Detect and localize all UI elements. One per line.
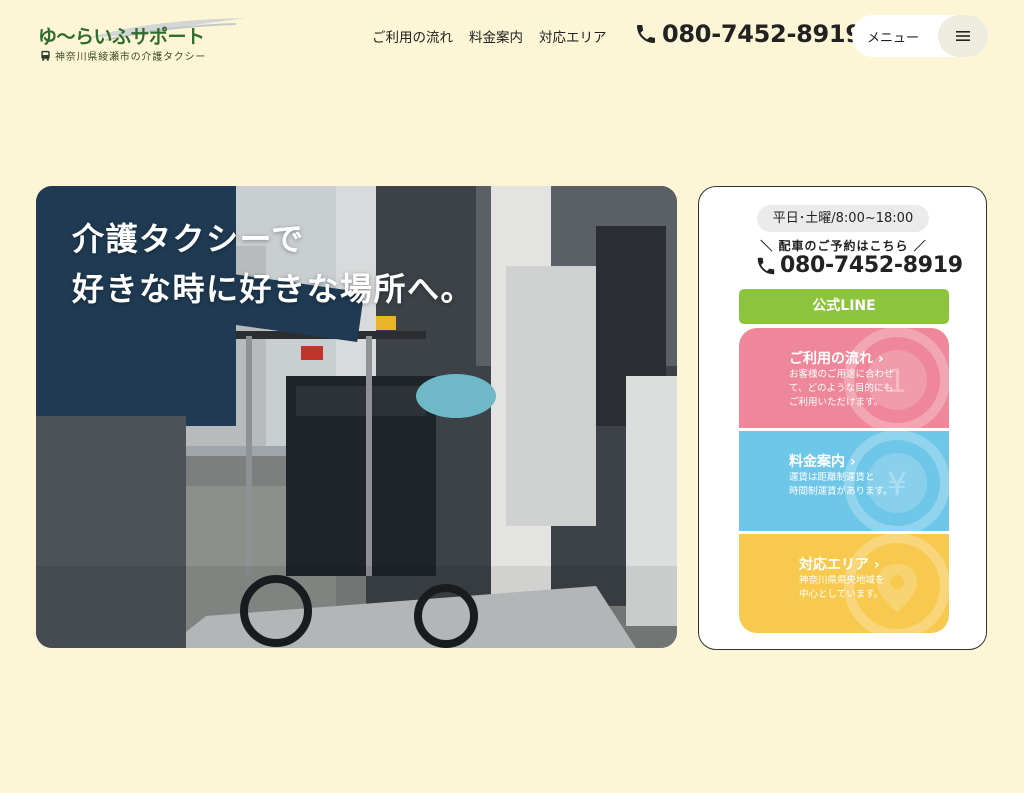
tile-service-area[interactable]: 対応エリア › 神奈川県県央地域を 中心としています。 xyxy=(739,534,949,633)
tile-usage-flow-title: ご利用の流れ › xyxy=(789,351,884,367)
logo-subtitle-row: 神奈川県綾瀬市の介護タクシー xyxy=(40,48,206,63)
tile-usage-flow[interactable]: 1 ご利用の流れ › お客様のご用途に合わせ て、どのような目的にも ご利用いた… xyxy=(739,328,949,428)
nav-link-pricing[interactable]: 料金案内 xyxy=(469,26,523,46)
tile-service-area-text: 神奈川県県央地域を 中心としています。 xyxy=(799,575,885,600)
nav-link-area[interactable]: 対応エリア xyxy=(539,26,607,46)
logo-title: ゆ〜らいふサポート xyxy=(38,26,205,48)
nav-link-flow[interactable]: ご利用の流れ xyxy=(372,26,453,46)
hero-caption-line2: 好きな時に好きな場所へ。 xyxy=(72,270,475,308)
card-phone-number: 080-7452-8919 xyxy=(780,253,963,278)
main-nav: ご利用の流れ 料金案内 対応エリア xyxy=(372,26,607,46)
chevron-right-icon: › xyxy=(873,557,880,573)
booking-note: ＼ 配車のご予約はこちら ／ xyxy=(760,239,927,253)
tile-service-area-title: 対応エリア › xyxy=(799,557,880,573)
hero-caption-line1: 介護タクシーで xyxy=(72,220,305,258)
header-phone-number: 080-7452-8919 xyxy=(662,20,862,48)
business-hours: 平日･土曜/8:00~18:00 xyxy=(757,205,929,232)
chevron-right-icon: › xyxy=(877,351,884,367)
hero-caption: 介護タクシーで 好きな時に好きな場所へ。 xyxy=(72,214,474,314)
logo-subtitle: 神奈川県綾瀬市の介護タクシー xyxy=(55,52,207,63)
menu-label: メニュー xyxy=(867,31,920,46)
phone-icon xyxy=(637,25,655,43)
menu-toggle[interactable]: メニュー xyxy=(852,15,988,57)
hamburger-button[interactable] xyxy=(938,15,988,57)
phone-icon xyxy=(757,257,775,274)
chevron-right-icon: › xyxy=(849,454,856,470)
hero-image: 介護タクシーで 好きな時に好きな場所へ。 xyxy=(36,186,677,648)
line-official-button[interactable]: 公式LINE xyxy=(739,289,949,324)
card-phone-link[interactable]: 080-7452-8919 xyxy=(755,253,963,278)
bus-icon xyxy=(41,50,50,61)
contact-card: 平日･土曜/8:00~18:00 ＼ 配車のご予約はこちら ／ 080-7452… xyxy=(698,186,987,650)
tile-usage-flow-text: お客様のご用途に合わせ て、どのような目的にも ご利用いただけます。 xyxy=(789,369,894,408)
tile-pricing-text: 運賃は距離制運賃と 時間制運賃があります。 xyxy=(789,472,893,497)
tile-pricing-title: 料金案内 › xyxy=(789,454,856,470)
header-phone-link[interactable]: 080-7452-8919 xyxy=(634,20,862,48)
hamburger-icon xyxy=(956,31,970,41)
tile-pricing[interactable]: ¥ 料金案内 › 運賃は距離制運賃と 時間制運賃があります。 xyxy=(739,431,949,531)
site-logo[interactable]: ゆ〜らいふサポート 神奈川県綾瀬市の介護タクシー xyxy=(38,14,246,66)
